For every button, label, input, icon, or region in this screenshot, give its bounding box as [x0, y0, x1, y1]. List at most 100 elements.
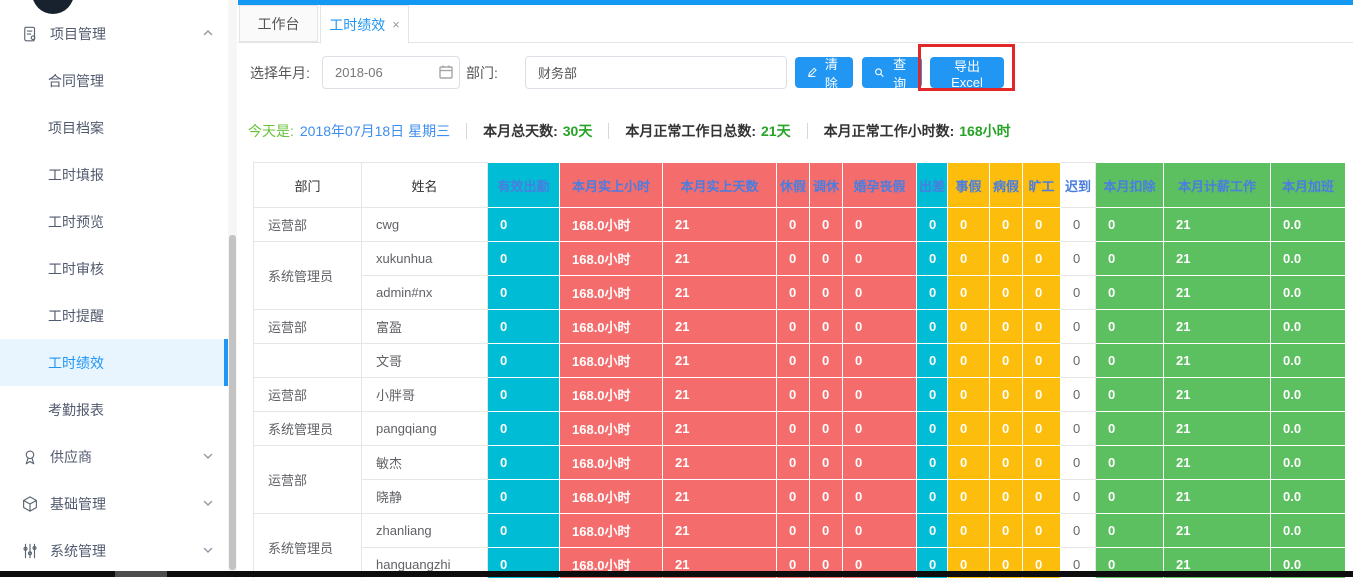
table-cell: 0 [1023, 446, 1061, 480]
table-cell: 0 [843, 378, 917, 412]
column-header-本月加班: 本月加班 [1271, 163, 1346, 208]
sidebar-item-工时审核[interactable]: 工时审核 [0, 245, 228, 292]
name-cell: cwg [362, 208, 488, 242]
table-cell: 0 [810, 242, 843, 276]
dept-cell: 系统管理员 [254, 412, 362, 446]
sidebar-item-工时绩效[interactable]: 工时绩效 [0, 339, 228, 386]
sidebar-item-label: 工时提醒 [48, 306, 104, 326]
table-cell: 0 [777, 208, 810, 242]
clear-button[interactable]: 清除 [795, 57, 853, 88]
table-cell: 0 [810, 276, 843, 310]
table-cell: 0 [1023, 480, 1061, 514]
table-cell: 0.0 [1271, 208, 1346, 242]
table-cell: 168.0小时 [560, 514, 663, 548]
sidebar-group-4[interactable]: 系统管理 [0, 527, 228, 574]
table-cell: 0 [777, 276, 810, 310]
dept-input[interactable] [525, 56, 787, 89]
table-cell: 0 [1023, 412, 1061, 446]
sidebar-group-label: 项目管理 [50, 24, 202, 44]
table-cell: 168.0小时 [560, 480, 663, 514]
column-header-病假: 病假 [990, 163, 1023, 208]
sidebar-item-label: 合同管理 [48, 71, 104, 91]
table-cell: 21 [1164, 344, 1271, 378]
chevron-down-icon [202, 449, 214, 465]
name-cell: 晓静 [362, 480, 488, 514]
table-cell: 0 [777, 514, 810, 548]
table-cell: 0 [777, 242, 810, 276]
export-excel-button[interactable]: 导出Excel [930, 57, 1004, 88]
dept-cell: 系统管理员 [254, 242, 362, 310]
table-cell: 0 [948, 208, 990, 242]
table-cell: 0 [917, 276, 948, 310]
chevron-down-icon [202, 543, 214, 559]
tab-label: 工时绩效 [329, 15, 385, 35]
tab-工作台[interactable]: 工作台 [239, 5, 318, 42]
sidebar: 项目管理合同管理项目档案工时填报工时预览工时审核工时提醒工时绩效考勤报表供应商基… [0, 0, 237, 578]
table-row: 系统管理员zhanliang0168.0小时21000000000210.0 [254, 514, 1346, 548]
name-cell: 小胖哥 [362, 378, 488, 412]
table-cell: 0 [948, 310, 990, 344]
sidebar-group-3[interactable]: 基础管理 [0, 480, 228, 527]
table-cell: 0 [990, 412, 1023, 446]
column-header-调休: 调休 [810, 163, 843, 208]
sidebar-item-考勤报表[interactable]: 考勤报表 [0, 386, 228, 433]
table-cell: 0 [1061, 344, 1096, 378]
table-cell: 21 [1164, 310, 1271, 344]
name-cell: xukunhua [362, 242, 488, 276]
table-cell: 168.0小时 [560, 378, 663, 412]
sidebar-item-工时预览[interactable]: 工时预览 [0, 198, 228, 245]
tab-close-icon[interactable]: × [392, 17, 400, 32]
sidebar-group-1[interactable]: 项目管理 [0, 10, 228, 57]
tab-工时绩效[interactable]: 工时绩效 × [320, 5, 409, 44]
sidebar-item-合同管理[interactable]: 合同管理 [0, 57, 228, 104]
table-cell: 21 [1164, 276, 1271, 310]
column-header-休假: 休假 [777, 163, 810, 208]
column-header-本月扣除: 本月扣除 [1096, 163, 1164, 208]
sidebar-item-工时填报[interactable]: 工时填报 [0, 151, 228, 198]
table-cell: 0 [488, 412, 560, 446]
table-cell: 0 [1023, 310, 1061, 344]
table-cell: 168.0小时 [560, 412, 663, 446]
sidebar-item-工时提醒[interactable]: 工时提醒 [0, 292, 228, 339]
dept-cell: 运营部 [254, 446, 362, 514]
summary-item-label: 本月总天数: [483, 121, 558, 141]
sidebar-item-label: 工时填报 [48, 165, 104, 185]
table-cell: 0 [1061, 412, 1096, 446]
table-cell: 0.0 [1271, 242, 1346, 276]
sidebar-scrollbar-thumb[interactable] [229, 235, 236, 570]
sidebar-group-label: 基础管理 [50, 494, 202, 514]
table-cell: 168.0小时 [560, 242, 663, 276]
search-button[interactable]: 查询 [862, 57, 922, 88]
table-cell: 0 [1096, 446, 1164, 480]
performance-table: 部门姓名有效出勤本月实上小时本月实上天数休假调休婚孕丧假出差事假病假旷工迟到本月… [253, 162, 1346, 578]
app-window: 项目管理合同管理项目档案工时填报工时预览工时审核工时提醒工时绩效考勤报表供应商基… [0, 0, 1353, 578]
calendar-icon[interactable] [438, 64, 454, 80]
table-cell: 0 [488, 276, 560, 310]
system-icon [20, 541, 40, 561]
export-excel-label: 导出Excel [942, 56, 992, 90]
dept-cell: 运营部 [254, 310, 362, 344]
table-cell: 168.0小时 [560, 344, 663, 378]
table-cell: 0 [948, 446, 990, 480]
table-cell: 0 [917, 480, 948, 514]
tab-label: 工作台 [258, 14, 300, 34]
table-cell: 0 [810, 446, 843, 480]
table-cell: 0 [843, 412, 917, 446]
table-cell: 0 [777, 412, 810, 446]
table-cell: 0 [1061, 242, 1096, 276]
dept-cell: 系统管理员 [254, 514, 362, 578]
sidebar-group-2[interactable]: 供应商 [0, 433, 228, 480]
table-cell: 0 [843, 344, 917, 378]
table-cell: 0 [1023, 276, 1061, 310]
table-cell: 0.0 [1271, 480, 1346, 514]
sidebar-item-项目档案[interactable]: 项目档案 [0, 104, 228, 151]
table-cell: 0 [1096, 514, 1164, 548]
table-cell: 0 [488, 208, 560, 242]
sidebar-item-label: 工时审核 [48, 259, 104, 279]
name-cell: 文哥 [362, 344, 488, 378]
table-cell: 0 [990, 480, 1023, 514]
table-cell: 0 [488, 242, 560, 276]
table-cell: 0 [948, 276, 990, 310]
table-cell: 0 [843, 208, 917, 242]
supplier-icon [20, 447, 40, 467]
